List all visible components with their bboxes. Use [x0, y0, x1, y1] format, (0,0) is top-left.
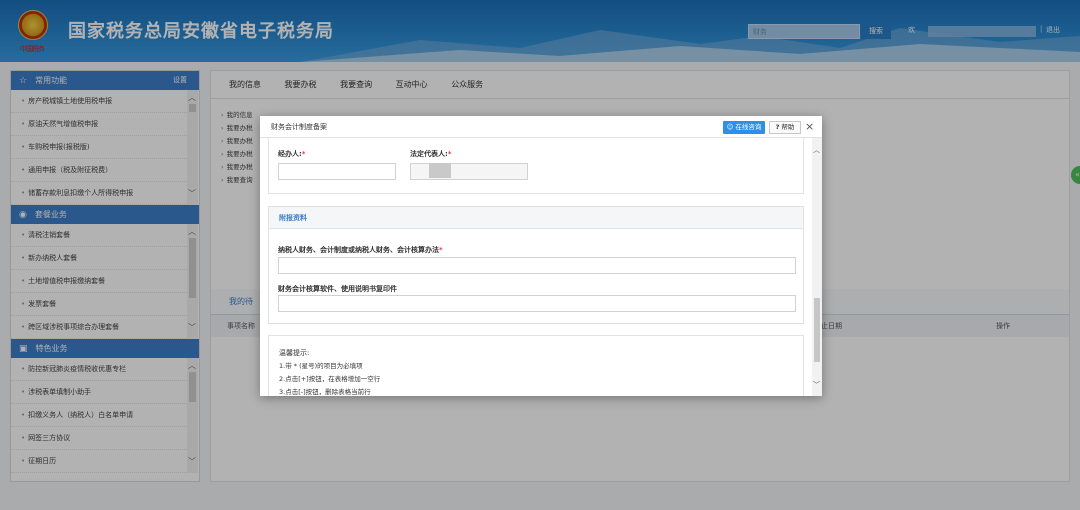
online-consult-button[interactable]: ☺ 在线咨询 — [723, 121, 765, 134]
attachments-title: 附报资料 — [269, 207, 803, 229]
dialog-title: 财务会计制度备案 — [271, 123, 327, 131]
help-button[interactable]: ? 帮助 — [769, 121, 801, 134]
agent-label: 经办人:* — [278, 150, 306, 158]
dialog-scrollbar[interactable]: ︿ ﹀ — [812, 138, 822, 396]
software-manual-input[interactable] — [278, 295, 796, 312]
tip-line: 2.点击[+]按钮，在表格增加一空行 — [279, 375, 381, 383]
software-manual-label: 财务会计核算软件、使用说明书复印件 — [278, 285, 397, 293]
online-consult-label: 在线咨询 — [735, 123, 762, 131]
dialog-body: 经办人:* 法定代表人:* 附报资料 纳税人财务、会计制度或纳税人财务、会计核算… — [260, 138, 812, 396]
accounting-system-input[interactable] — [278, 257, 796, 274]
accounting-system-label: 纳税人财务、会计制度或纳税人财务、会计核算办法* — [278, 246, 443, 254]
tip-line: 1.带 * (星号)的项目为必填项 — [279, 362, 363, 370]
attachments-panel: 附报资料 纳税人财务、会计制度或纳税人财务、会计核算办法* 财务会计核算软件、使… — [268, 206, 804, 324]
tips-panel: 温馨提示: 1.带 * (星号)的项目为必填项 2.点击[+]按钮，在表格增加一… — [268, 335, 804, 396]
tips-title: 温馨提示: — [279, 349, 310, 357]
chevron-up-icon[interactable]: ︿ — [813, 146, 820, 154]
agent-input[interactable] — [278, 163, 396, 180]
question-icon: ? — [775, 123, 780, 131]
help-label: 帮助 — [781, 123, 795, 131]
dialog-header: 财务会计制度备案 ☺ 在线咨询 ? 帮助 × — [260, 116, 822, 138]
tip-line: 3.点击[-]按钮，删除表格当前行 — [279, 388, 371, 396]
legal-rep-input[interactable] — [410, 163, 528, 180]
applicant-panel: 经办人:* 法定代表人:* — [268, 138, 804, 194]
close-icon[interactable]: × — [805, 119, 814, 135]
redacted-name — [429, 163, 451, 178]
filing-dialog: 财务会计制度备案 ☺ 在线咨询 ? 帮助 × 经办人:* 法定代表人:* 附报资… — [260, 116, 822, 396]
chevron-down-icon[interactable]: ﹀ — [813, 381, 820, 389]
legal-rep-label: 法定代表人:* — [410, 150, 452, 158]
scrollbar-thumb[interactable] — [814, 298, 820, 362]
